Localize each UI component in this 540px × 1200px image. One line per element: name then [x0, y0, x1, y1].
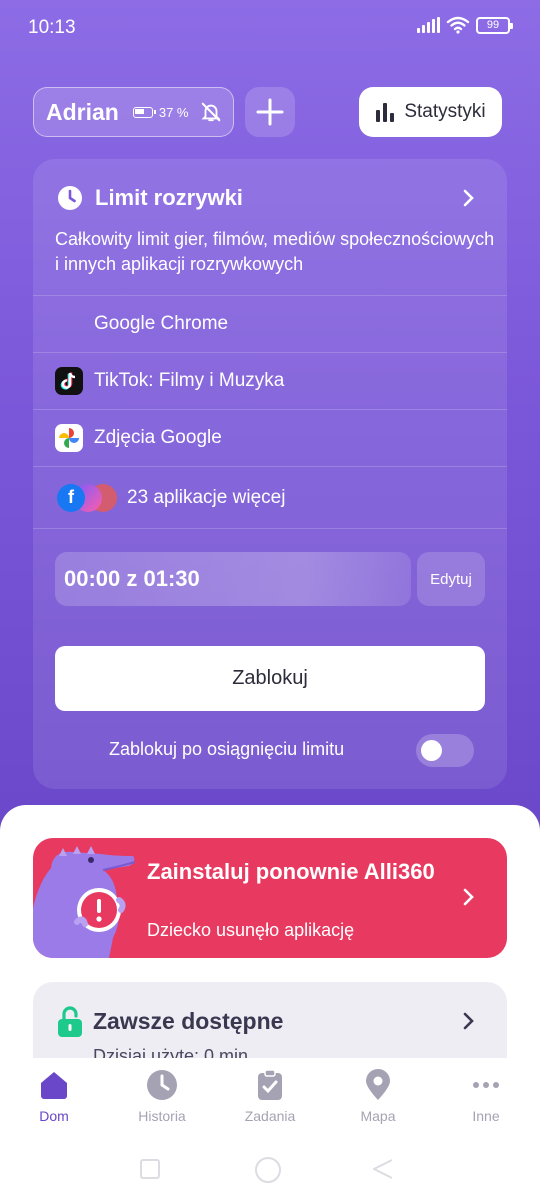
wifi-icon [446, 16, 470, 34]
block-button[interactable]: Zablokuj [55, 646, 485, 711]
system-navigation-bar [0, 1140, 540, 1200]
nav-item-more[interactable]: Inne [432, 1058, 540, 1138]
tiktok-icon [55, 367, 83, 395]
auto-block-toggle[interactable] [416, 734, 474, 767]
nav-label: Zadania [244, 1108, 296, 1124]
reinstall-alert-card[interactable]: Zainstaluj ponownie Alli360 Dziecko usun… [33, 838, 507, 958]
time-used-label: 00:00 z 01:30 [64, 566, 200, 591]
app-icon-stack: f [57, 483, 117, 512]
edit-limit-button[interactable]: Edytuj [417, 552, 485, 606]
alert-title: Zainstaluj ponownie Alli360 [147, 859, 435, 884]
more-apps-row[interactable]: f 23 aplikacje więcej [33, 466, 507, 529]
clock-icon [58, 186, 82, 210]
auto-block-label: Zablokuj po osiągnięciu limitu [109, 739, 345, 759]
clock-icon [147, 1070, 177, 1100]
time-usage-bar: 00:00 z 01:30 [55, 552, 411, 606]
chrome-icon-placeholder [55, 310, 83, 338]
statistics-button[interactable]: Statystyki [359, 87, 502, 137]
nav-label: Mapa [360, 1108, 396, 1124]
alert-subtitle: Dziecko usunęło aplikację [147, 920, 355, 940]
toggle-knob [421, 740, 442, 761]
back-icon[interactable] [372, 1158, 394, 1180]
card-title: Limit rozrywki [95, 185, 243, 210]
edit-label: Edytuj [430, 570, 472, 588]
clipboard-check-icon [258, 1069, 282, 1100]
facebook-icon: f [57, 483, 85, 512]
home-button-icon[interactable] [254, 1156, 282, 1184]
battery-level: 99 [486, 19, 500, 31]
app-name: Google Chrome [94, 313, 229, 334]
home-icon [41, 1072, 67, 1099]
crocodile-mascot-icon [33, 846, 136, 958]
app-row-google-photos[interactable]: Zdjęcia Google [33, 409, 507, 466]
app-row-chrome[interactable]: Google Chrome [33, 295, 507, 352]
bar-chart-icon [376, 103, 395, 122]
add-profile-button[interactable] [245, 87, 295, 137]
device-battery: 37 % [132, 104, 189, 120]
more-apps-label: 23 aplikacje więcej [127, 486, 286, 508]
signal-icon [417, 17, 440, 33]
statistics-label: Statystyki [404, 101, 486, 122]
card-header: Limit rozrywki [57, 185, 243, 211]
nav-item-home[interactable]: Dom [0, 1058, 108, 1138]
nav-label: Dom [39, 1108, 69, 1124]
status-time: 10:13 [28, 17, 76, 38]
battery-icon: 99 [476, 16, 513, 34]
app-name: TikTok: Filmy i Muzyka [94, 370, 285, 391]
google-photos-icon [55, 424, 83, 452]
nav-item-history[interactable]: Historia [108, 1058, 216, 1138]
chevron-right-icon[interactable] [463, 1012, 475, 1030]
unlock-icon [58, 1006, 82, 1037]
block-label: Zablokuj [232, 667, 308, 689]
chevron-right-icon[interactable] [463, 888, 475, 906]
nav-item-map[interactable]: Mapa [324, 1058, 432, 1138]
profile-name: Adrian [46, 98, 119, 125]
plus-icon [256, 98, 284, 126]
nav-label: Inne [472, 1108, 500, 1124]
app-name: Zdjęcia Google [94, 427, 222, 448]
status-icons: 99 [417, 16, 513, 34]
device-battery-icon [132, 106, 156, 118]
recent-apps-icon[interactable] [139, 1158, 161, 1180]
profile-selector[interactable]: Adrian 37 % [33, 87, 234, 137]
nav-item-tasks[interactable]: Zadania [216, 1058, 324, 1138]
bottom-navigation: Dom Historia Zadania Mapa Inne [0, 1058, 540, 1138]
card-description: Całkowity limit gier, filmów, mediów spo… [55, 229, 495, 274]
app-row-tiktok[interactable]: TikTok: Filmy i Muzyka [33, 352, 507, 409]
always-available-title: Zawsze dostępne [93, 1008, 284, 1034]
sound-off-icon [201, 102, 222, 122]
more-icon [473, 1082, 499, 1088]
nav-label: Historia [138, 1108, 186, 1124]
status-bar: 10:13 99 [0, 0, 540, 56]
map-pin-icon [366, 1069, 390, 1100]
device-battery-label: 37 % [158, 104, 189, 120]
chevron-right-icon[interactable] [463, 189, 475, 207]
entertainment-limit-card[interactable]: Limit rozrywki Całkowity limit gier, fil… [33, 159, 507, 789]
